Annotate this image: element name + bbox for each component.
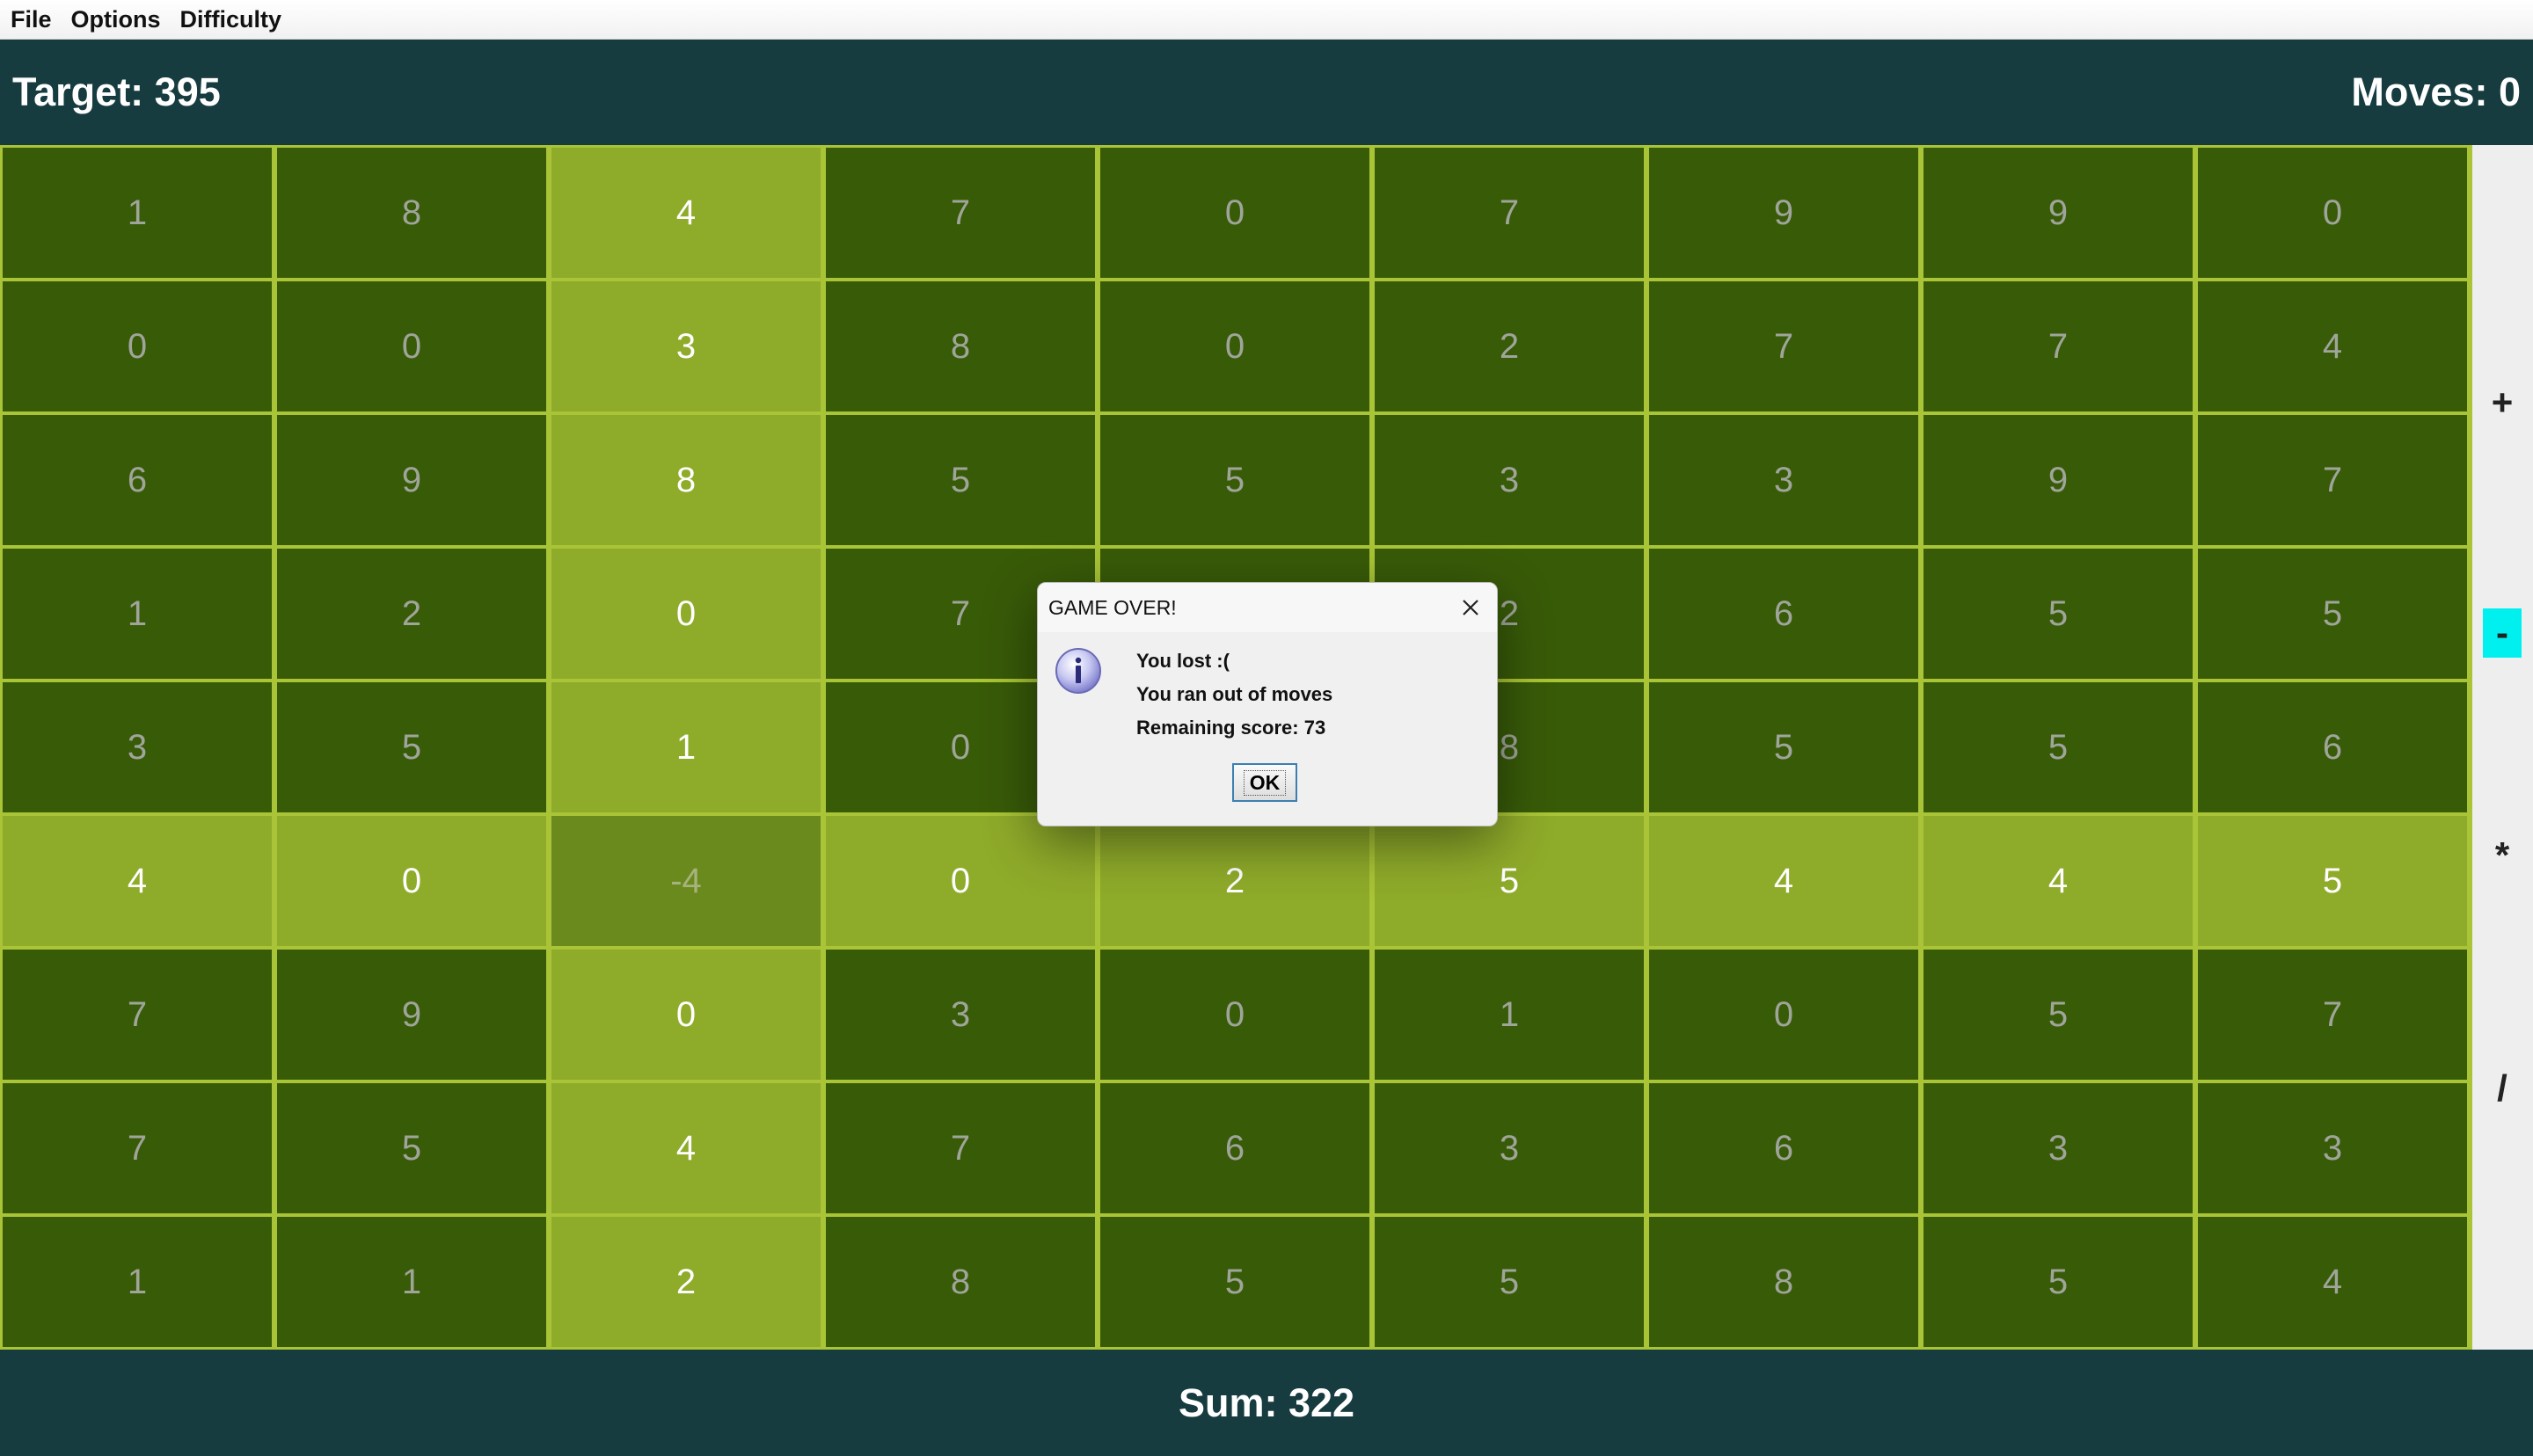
board-cell[interactable]: 6 (3, 415, 272, 545)
menu-bar: File Options Difficulty (0, 0, 2533, 40)
board-cell[interactable]: 1 (551, 682, 821, 812)
board-cell[interactable]: 1 (3, 1217, 272, 1347)
board-cell[interactable]: 8 (1649, 1217, 1918, 1347)
board-cell[interactable]: 7 (2198, 415, 2467, 545)
board-cell[interactable]: 7 (1375, 148, 1644, 278)
board-cell[interactable]: 0 (1649, 950, 1918, 1080)
ok-button[interactable]: OK (1232, 763, 1297, 802)
ok-button-label: OK (1243, 769, 1287, 796)
board-cell[interactable]: 0 (551, 549, 821, 679)
board-cell[interactable]: 5 (1923, 1217, 2193, 1347)
board-cell[interactable]: 8 (826, 281, 1095, 411)
board-cell[interactable]: 7 (1923, 281, 2193, 411)
board-cell[interactable]: 5 (1375, 816, 1644, 946)
board-cell[interactable]: 5 (2198, 549, 2467, 679)
game-over-dialog: GAME OVER! You lost :( You ran out of mo… (1037, 582, 1498, 826)
operator-multiply-button[interactable]: * (2483, 831, 2522, 880)
operator-subtract-button[interactable]: - (2483, 608, 2522, 658)
board-cell[interactable]: 5 (1100, 415, 1369, 545)
board-cell[interactable]: 1 (1375, 950, 1644, 1080)
board-cell[interactable]: 5 (1649, 682, 1918, 812)
board-cell[interactable]: 5 (277, 682, 546, 812)
score-header: Target: 395 Moves: 0 (0, 40, 2533, 145)
board-cell[interactable]: 7 (2198, 950, 2467, 1080)
board-cell[interactable]: 0 (3, 281, 272, 411)
board-cell[interactable]: 3 (1649, 415, 1918, 545)
board-cell[interactable]: 3 (1923, 1083, 2193, 1213)
operator-divide-button[interactable]: / (2483, 1064, 2522, 1113)
board-cell[interactable]: 0 (2198, 148, 2467, 278)
board-cell[interactable]: 0 (277, 281, 546, 411)
board-cell[interactable]: 5 (1100, 1217, 1369, 1347)
board-cell[interactable]: 9 (277, 415, 546, 545)
board-cell[interactable]: 3 (2198, 1083, 2467, 1213)
board-cell[interactable]: 2 (1100, 816, 1369, 946)
board-cell[interactable]: 4 (1923, 816, 2193, 946)
board-cell[interactable]: 0 (551, 950, 821, 1080)
board-cell[interactable]: 7 (826, 1083, 1095, 1213)
close-icon[interactable] (1456, 593, 1485, 622)
board-cell[interactable]: 6 (1649, 549, 1918, 679)
board-cell[interactable]: 2 (1375, 281, 1644, 411)
board-cell[interactable]: 4 (551, 148, 821, 278)
board-cell[interactable]: 3 (3, 682, 272, 812)
board-cell[interactable]: 4 (1649, 816, 1918, 946)
board-cell[interactable]: 9 (277, 950, 546, 1080)
board-cell[interactable]: 9 (1923, 148, 2193, 278)
moves-label: Moves: 0 (2351, 69, 2521, 114)
board-cell[interactable]: 4 (551, 1083, 821, 1213)
board-cell[interactable]: 0 (1100, 950, 1369, 1080)
dialog-message-line1: You lost :( (1136, 650, 1230, 672)
board-cell[interactable]: 1 (3, 549, 272, 679)
board-cell[interactable]: 9 (1923, 415, 2193, 545)
board-cell[interactable]: 0 (277, 816, 546, 946)
board-cell[interactable]: 6 (1100, 1083, 1369, 1213)
board-cell[interactable]: 2 (551, 1217, 821, 1347)
board-cell[interactable]: 4 (2198, 1217, 2467, 1347)
info-icon (1054, 646, 1103, 695)
board-cell[interactable]: 0 (826, 816, 1095, 946)
board-cell[interactable]: 7 (1649, 281, 1918, 411)
board-cell[interactable]: 1 (277, 1217, 546, 1347)
board-cell[interactable]: 3 (551, 281, 821, 411)
menu-options[interactable]: Options (62, 6, 170, 33)
dialog-message-line3: Remaining score: 73 (1136, 717, 1326, 739)
dialog-message-line2: You ran out of moves (1136, 683, 1333, 705)
dialog-title: GAME OVER! (1048, 596, 1177, 619)
operator-add-button[interactable]: + (2483, 378, 2522, 427)
board-cell[interactable]: 0 (1100, 281, 1369, 411)
menu-file[interactable]: File (2, 6, 61, 33)
board-cell[interactable]: 5 (2198, 816, 2467, 946)
board-cell[interactable]: 5 (1375, 1217, 1644, 1347)
board-cell[interactable]: 3 (1375, 1083, 1644, 1213)
board-cell[interactable]: 4 (2198, 281, 2467, 411)
board-cell[interactable]: 8 (551, 415, 821, 545)
board-cell[interactable]: 6 (2198, 682, 2467, 812)
board-cell[interactable]: 7 (3, 950, 272, 1080)
board-cell[interactable]: 2 (277, 549, 546, 679)
board-cell[interactable]: 9 (1649, 148, 1918, 278)
board-cell[interactable]: 5 (1923, 682, 2193, 812)
sum-footer: Sum: 322 (0, 1350, 2533, 1456)
board-cell[interactable]: -4 (551, 816, 821, 946)
board-cell[interactable]: 5 (826, 415, 1095, 545)
dialog-titlebar[interactable]: GAME OVER! (1038, 583, 1497, 632)
board-cell[interactable]: 4 (3, 816, 272, 946)
menu-difficulty[interactable]: Difficulty (172, 6, 291, 33)
board-cell[interactable]: 8 (277, 148, 546, 278)
sum-label: Sum: 322 (1178, 1380, 1355, 1425)
board-cell[interactable]: 5 (277, 1083, 546, 1213)
board-cell[interactable]: 1 (3, 148, 272, 278)
board-cell[interactable]: 6 (1649, 1083, 1918, 1213)
board-cell[interactable]: 3 (1375, 415, 1644, 545)
board-cell[interactable]: 3 (826, 950, 1095, 1080)
board-cell[interactable]: 0 (1100, 148, 1369, 278)
board-cell[interactable]: 7 (3, 1083, 272, 1213)
board-cell[interactable]: 5 (1923, 950, 2193, 1080)
target-label: Target: 395 (12, 69, 221, 114)
operator-panel: + - * / (2472, 145, 2533, 1350)
board-cell[interactable]: 8 (826, 1217, 1095, 1347)
board-cell[interactable]: 7 (826, 148, 1095, 278)
board-cell[interactable]: 5 (1923, 549, 2193, 679)
